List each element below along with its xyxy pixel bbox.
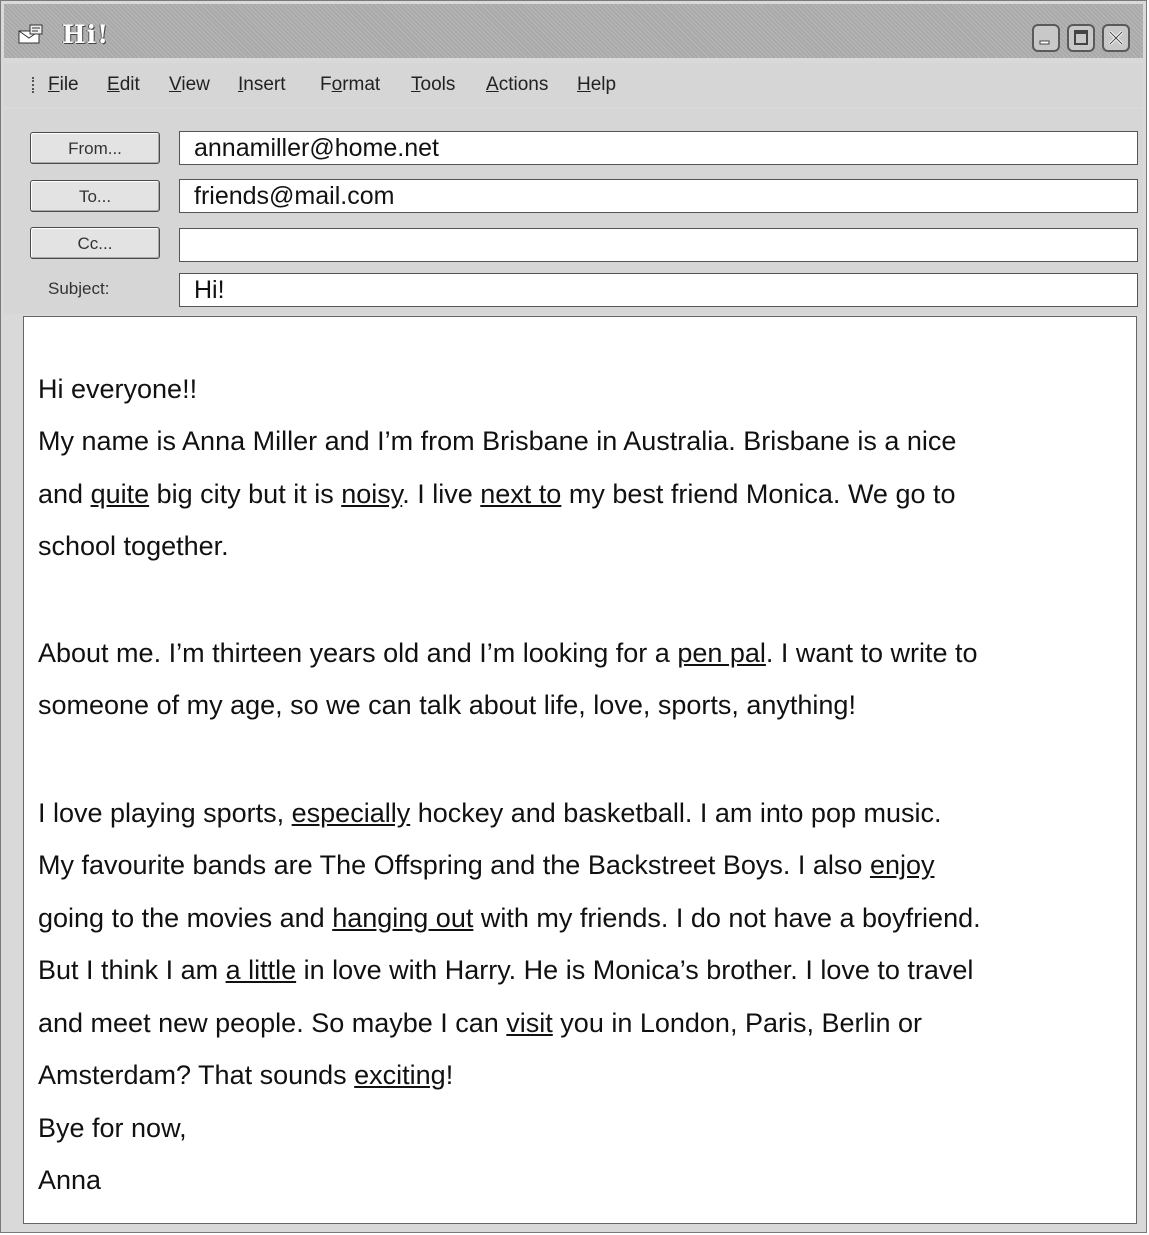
body-line: About me. I’m thirteen years old and I’m… — [38, 638, 978, 669]
text-segment: . I live — [402, 479, 481, 509]
maximize-button[interactable] — [1067, 24, 1095, 52]
text-segment: Hi everyone!! — [38, 374, 198, 404]
menu-insert[interactable]: Insert — [238, 74, 286, 96]
underlined-text: exciting — [354, 1060, 446, 1090]
menu-help[interactable]: Help — [577, 74, 616, 96]
to-button[interactable]: To... — [30, 180, 160, 212]
underlined-text: especially — [291, 798, 411, 828]
text-segment: school together. — [38, 531, 229, 561]
underlined-text: hanging out — [332, 903, 474, 933]
close-button[interactable] — [1102, 24, 1130, 52]
text-segment: going to the movies and — [38, 903, 333, 933]
text-segment: you in London, Paris, Berlin or — [552, 1008, 923, 1038]
text-segment: with my friends. I do not have a boyfrie… — [473, 903, 981, 933]
body-line: My name is Anna Miller and I’m from Bris… — [38, 426, 956, 457]
underlined-text: quite — [90, 479, 150, 509]
text-segment: Amsterdam? That sounds — [38, 1060, 355, 1090]
title-bar[interactable]: Hi! — [4, 4, 1143, 58]
from-field[interactable]: annamiller@home.net — [179, 131, 1138, 165]
menu-file[interactable]: File — [48, 74, 79, 96]
text-segment: my best friend Monica. We go to — [561, 479, 956, 509]
text-segment: Anna — [38, 1165, 102, 1195]
text-segment: in love with Harry. He is Monica’s broth… — [296, 955, 974, 985]
text-segment: My name is Anna Miller and I’m from Bris… — [38, 426, 957, 456]
body-line: But I think I am a little in love with H… — [38, 955, 973, 986]
compose-window: Hi! File Edit View Insert Format Tools A… — [0, 0, 1147, 1233]
toolbar-grip-handle[interactable] — [32, 77, 37, 93]
body-line: and quite big city but it is noisy. I li… — [38, 479, 956, 510]
text-segment: . I want to write to — [765, 638, 978, 668]
maximize-icon — [1074, 30, 1088, 45]
cc-field[interactable] — [179, 228, 1138, 262]
text-segment: About me. I’m thirteen years old and I’m… — [38, 638, 678, 668]
text-segment: I love playing sports, — [38, 798, 292, 828]
text-segment: and meet new people. So maybe I can — [38, 1008, 507, 1038]
menu-edit[interactable]: Edit — [107, 74, 140, 96]
text-segment: hockey and basketball. I am into pop mus… — [410, 798, 942, 828]
body-line: Bye for now, — [38, 1113, 187, 1144]
menu-actions[interactable]: Actions — [486, 74, 548, 96]
body-line: someone of my age, so we can talk about … — [38, 690, 856, 721]
body-line: and meet new people. So maybe I can visi… — [38, 1008, 922, 1039]
to-field[interactable]: friends@mail.com — [179, 179, 1138, 213]
close-icon — [1108, 30, 1124, 46]
window-title: Hi! — [62, 20, 110, 49]
body-line: Amsterdam? That sounds exciting! — [38, 1060, 453, 1091]
body-line: school together. — [38, 531, 229, 562]
text-segment: big city but it is — [149, 479, 342, 509]
body-line: going to the movies and hanging out with… — [38, 903, 981, 934]
menu-format[interactable]: Format — [320, 74, 380, 96]
subject-label: Subject: — [48, 279, 110, 298]
underlined-text: noisy — [341, 479, 403, 509]
underlined-text: enjoy — [869, 850, 935, 880]
text-segment: Bye for now, — [38, 1113, 187, 1143]
body-line: My favourite bands are The Offspring and… — [38, 850, 934, 881]
body-line: I love playing sports, especially hockey… — [38, 798, 942, 829]
cc-button[interactable]: Cc... — [30, 227, 160, 259]
minimize-button[interactable] — [1032, 24, 1060, 52]
from-button[interactable]: From... — [30, 132, 160, 164]
body-line: Anna — [38, 1165, 101, 1196]
menu-view[interactable]: View — [169, 74, 210, 96]
underlined-text: pen pal — [677, 638, 766, 668]
subject-field[interactable]: Hi! — [179, 273, 1138, 307]
menu-bar: File Edit View Insert Format Tools Actio… — [4, 63, 1143, 107]
underlined-text: next to — [480, 479, 562, 509]
underlined-text: a little — [225, 955, 297, 985]
envelope-compose-icon — [18, 24, 44, 44]
message-header: From... annamiller@home.net To... friend… — [4, 109, 1143, 314]
text-segment: ! — [445, 1060, 454, 1090]
text-segment: My favourite bands are The Offspring and… — [38, 850, 870, 880]
text-segment: and — [38, 479, 91, 509]
underlined-text: visit — [506, 1008, 553, 1038]
body-line: Hi everyone!! — [38, 374, 197, 405]
text-segment: But I think I am — [38, 955, 226, 985]
message-body[interactable]: Hi everyone!! My name is Anna Miller and … — [23, 316, 1137, 1224]
menu-tools[interactable]: Tools — [411, 74, 455, 96]
minimize-icon — [1039, 40, 1050, 45]
text-segment: someone of my age, so we can talk about … — [38, 690, 856, 720]
